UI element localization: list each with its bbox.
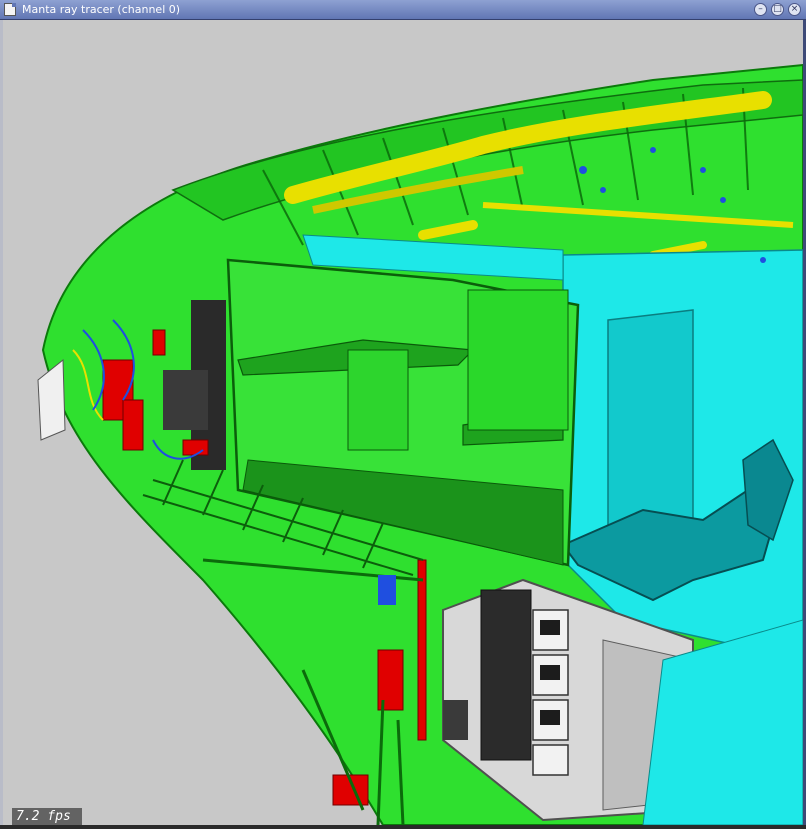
app-window: Manta ray tracer (channel 0) – □ × 7.2 f… [0,0,806,829]
fps-counter: 7.2 fps [12,808,82,826]
maximize-icon[interactable]: □ [771,3,784,16]
render-viewport[interactable] [3,20,803,825]
window-title: Manta ray tracer (channel 0) [22,3,181,16]
rendered-scene [3,20,803,825]
window-bottom-border [0,825,806,829]
window-icon[interactable] [4,3,16,16]
minimize-icon[interactable]: – [754,3,767,16]
title-bar[interactable]: Manta ray tracer (channel 0) – □ × [0,0,806,20]
close-icon[interactable]: × [788,3,801,16]
